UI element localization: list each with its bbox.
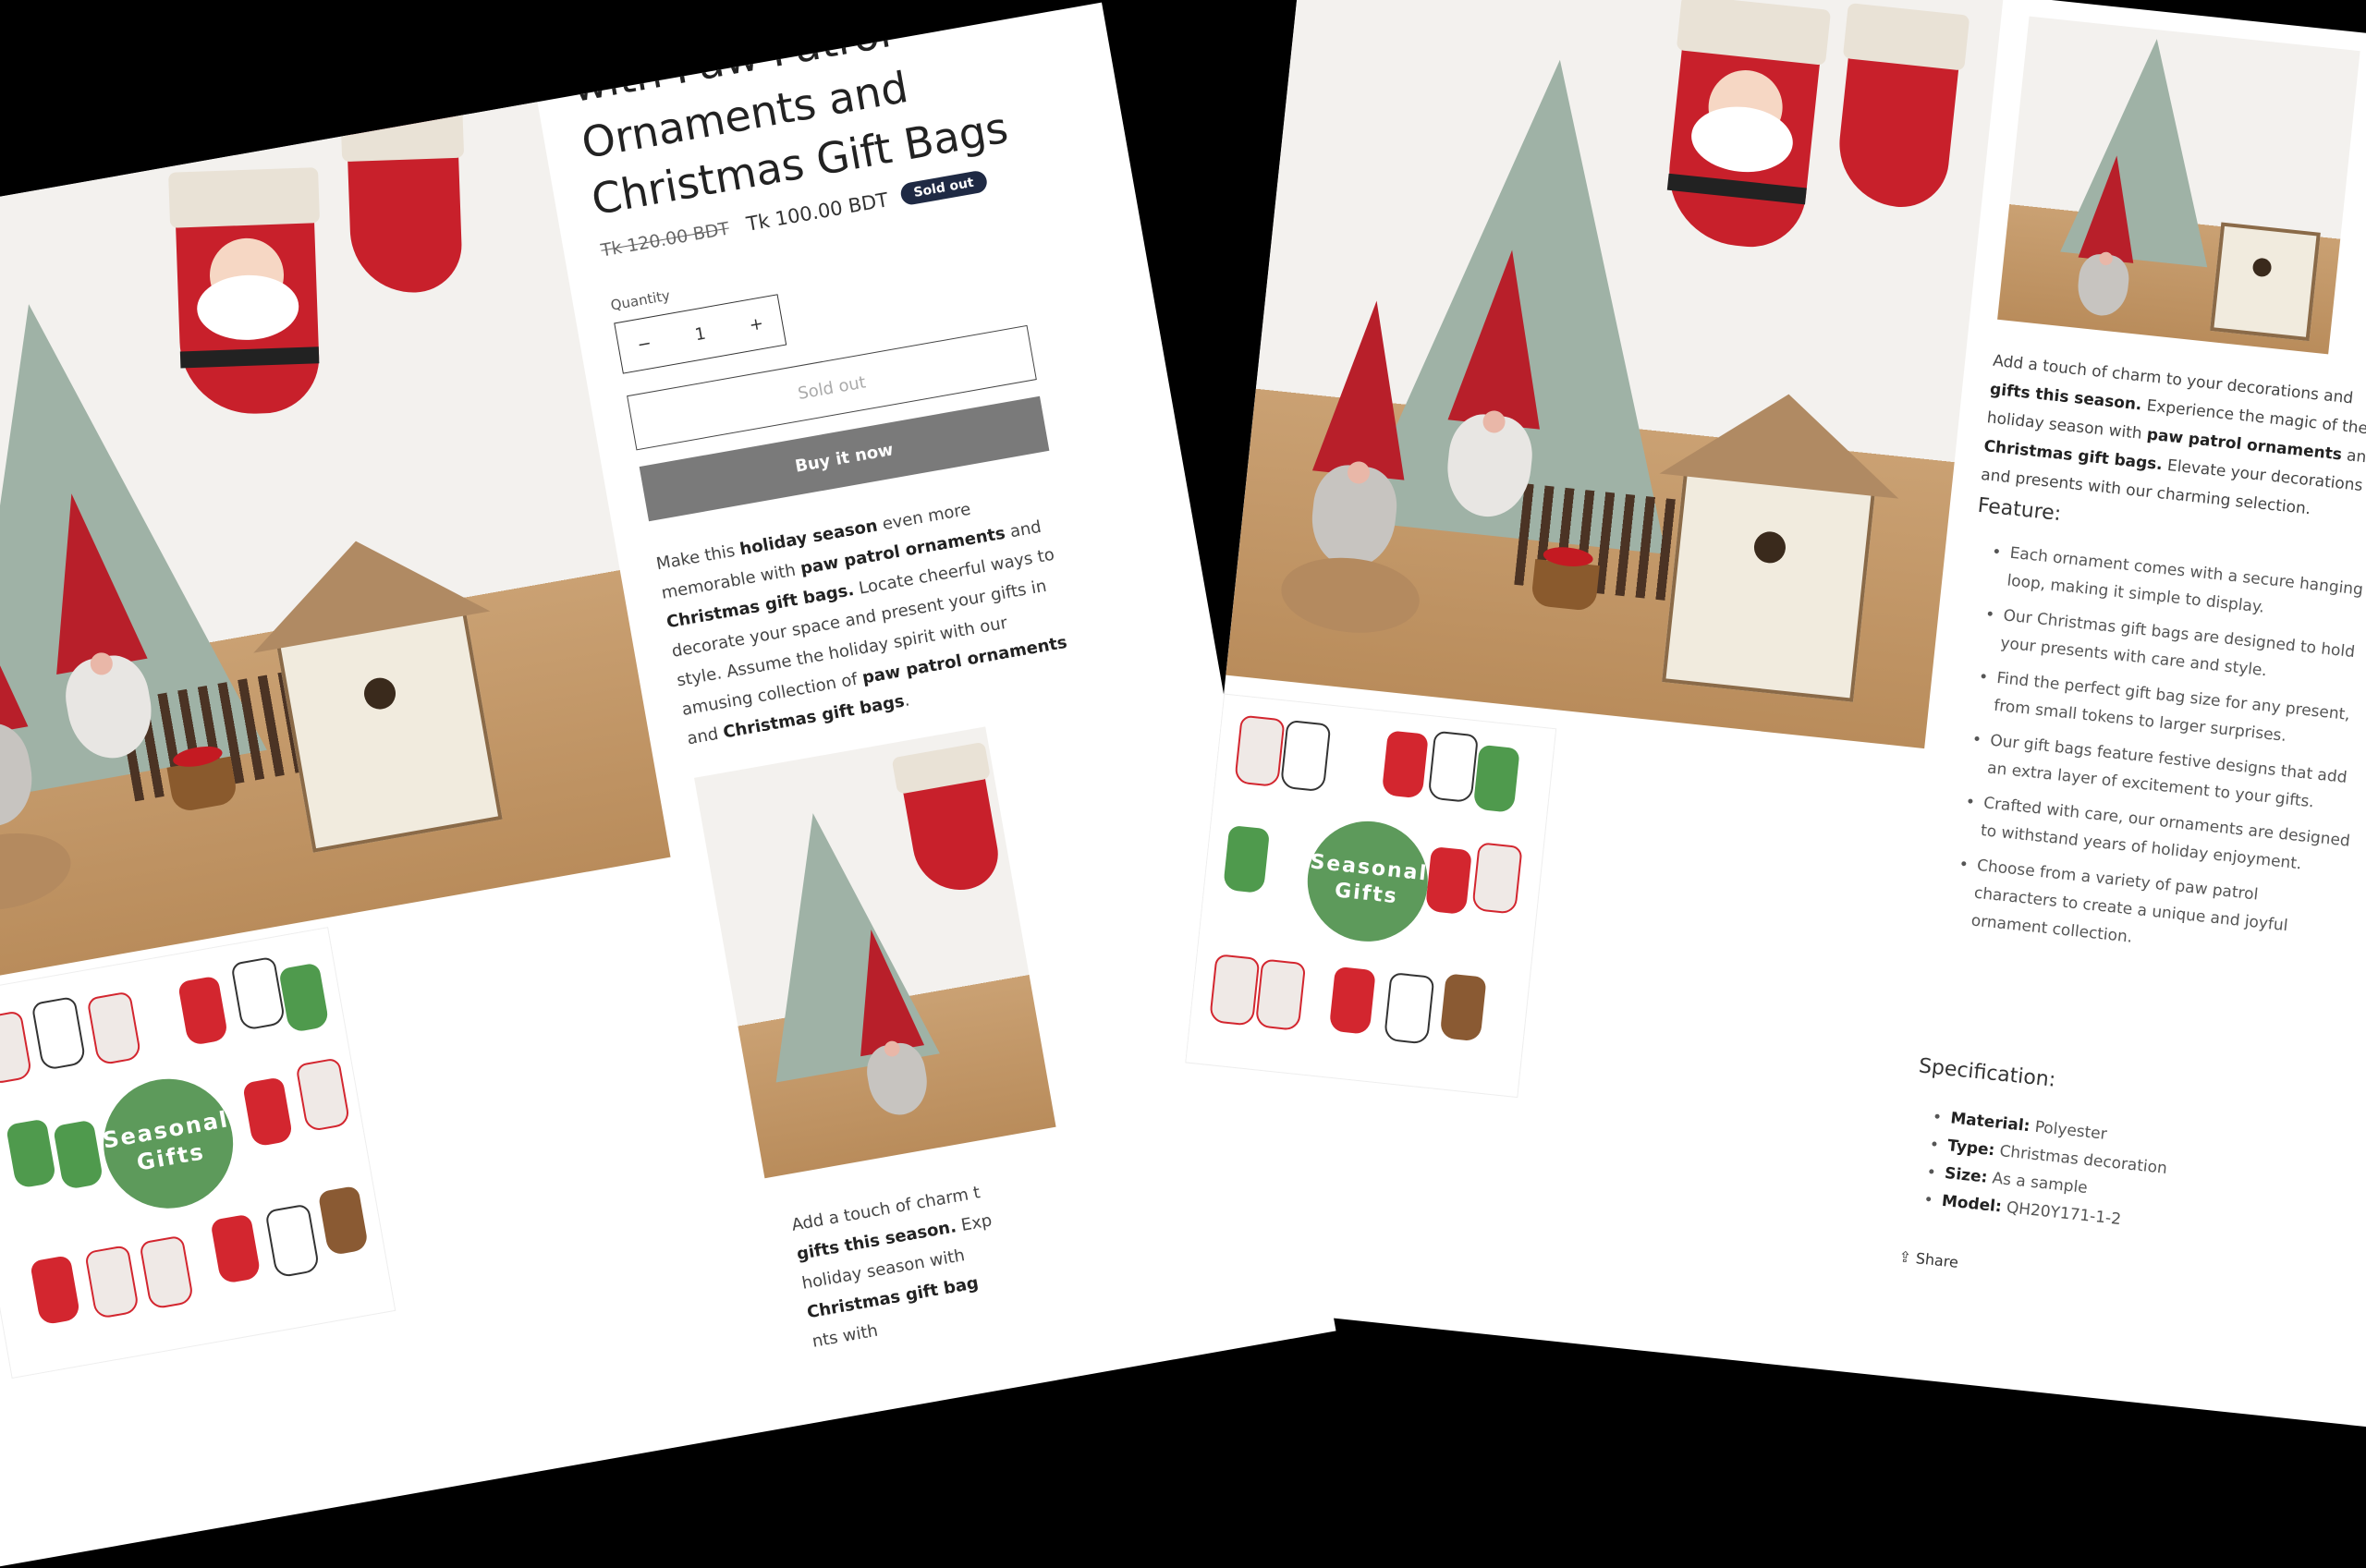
product-description-repeat: Add a touch of charm t gifts this season.… xyxy=(789,1183,994,1352)
quantity-minus-button[interactable]: − xyxy=(636,333,653,354)
product-page-screenshot-right: Seasonal Gifts Add a touch of charm to y… xyxy=(1160,0,2366,1428)
product-page-screenshot-left: Seasonal Gifts with Paw Patrol Ornaments… xyxy=(0,2,1336,1568)
sold-out-badge: Sold out xyxy=(898,169,989,207)
feature-list: Each ornament comes with a secure hangin… xyxy=(1933,535,2366,980)
specification-heading: Specification: xyxy=(1917,1054,2057,1092)
price-original: Tk 120.00 BDT xyxy=(599,218,731,261)
seasonal-gifts-badge-b: Seasonal Gifts xyxy=(1301,815,1434,948)
share-button[interactable]: ⇪ Share xyxy=(1898,1247,1959,1271)
product-main-photo-b[interactable] xyxy=(1226,0,2004,749)
berry-basket-b xyxy=(1531,558,1600,612)
wood-stump xyxy=(0,823,78,920)
bear-stocking-b xyxy=(1833,3,1970,213)
product-thumb-photo-b[interactable] xyxy=(1997,16,2360,355)
product-main-photo[interactable] xyxy=(0,102,671,995)
product-title: with Paw Patrol Ornaments and Christmas … xyxy=(567,3,1107,228)
berry-basket xyxy=(166,756,239,814)
share-icon: ⇪ xyxy=(1897,1247,1912,1267)
gifts-thumbnail[interactable]: Seasonal Gifts xyxy=(0,927,396,1379)
seasonal-gifts-badge: Seasonal Gifts xyxy=(93,1068,244,1219)
gnome-left-b xyxy=(1293,295,1433,582)
bird-house xyxy=(237,520,503,853)
gifts-thumbnail-b[interactable]: Seasonal Gifts xyxy=(1185,693,1557,1099)
stocking-small xyxy=(891,741,1004,898)
specification-list: Material: Polyester Type: Christmas deco… xyxy=(1904,1100,2320,1253)
bear-stocking xyxy=(340,102,465,295)
quantity-value[interactable]: 1 xyxy=(693,323,707,345)
product-description: Make this holiday season even more memor… xyxy=(654,499,1069,749)
quantity-label: Quantity xyxy=(609,286,672,314)
gnome-small xyxy=(833,923,943,1127)
share-label: Share xyxy=(1914,1249,1959,1271)
product-secondary-photo[interactable] xyxy=(694,726,1056,1179)
badge-b-line2: Gifts xyxy=(1333,879,1399,909)
feature-heading: Feature: xyxy=(1976,493,2063,527)
bird-house-thumb xyxy=(2210,222,2321,342)
bird-house-b xyxy=(1659,382,1909,702)
quantity-plus-button[interactable]: + xyxy=(748,313,765,334)
